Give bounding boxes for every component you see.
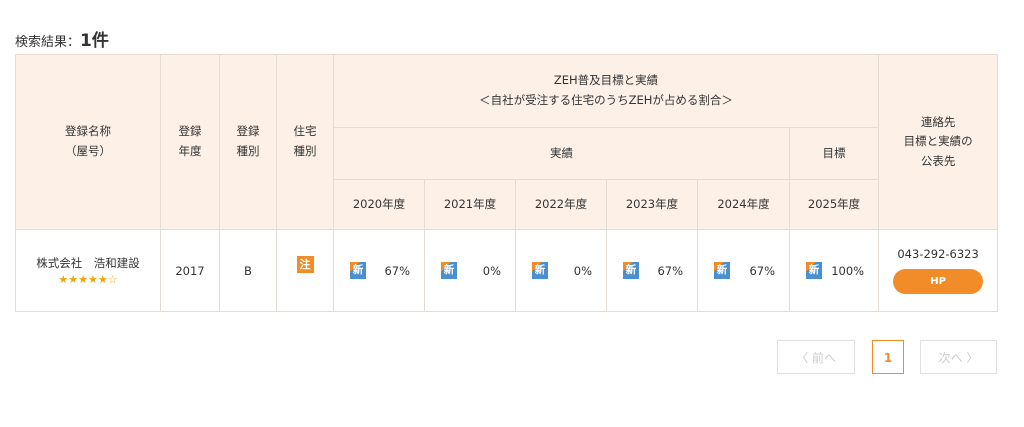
pagination: 〈 前へ 1 次へ 〉 <box>0 340 1024 376</box>
result-count: 1件 <box>80 31 109 51</box>
value-2023: 新 67% <box>606 229 698 312</box>
prev-page-button[interactable]: 〈 前へ <box>777 340 855 374</box>
header-type: 登録 種別 <box>219 54 277 230</box>
header-target: 目標 <box>788 127 880 180</box>
header-year-2024: 2024年度 <box>697 179 790 230</box>
value-2021: 新 0% <box>424 229 516 312</box>
value-2022: 新 0% <box>515 229 607 312</box>
percent-value: 0% <box>482 263 501 278</box>
star-rating: ★★★★★☆ <box>58 273 118 286</box>
header-year-2022: 2022年度 <box>515 179 607 230</box>
header-actual: 実績 <box>333 127 790 180</box>
new-badge-icon: 新 <box>350 262 366 279</box>
new-badge-icon: 新 <box>714 262 730 279</box>
header-name: 登録名称 （屋号） <box>15 54 161 230</box>
value-2024: 新 67% <box>697 229 790 312</box>
header-year-2025: 2025年度 <box>788 179 880 230</box>
result-label: 検索結果： <box>15 35 81 50</box>
header-house-type: 住宅 種別 <box>276 54 334 230</box>
table-row: 株式会社 浩和建設 ★★★★★☆ 2017 B 注 新 67% 新 0% 新 0% 新… <box>15 229 999 312</box>
new-badge-icon: 新 <box>441 262 457 279</box>
company-name: 株式会社 浩和建設 <box>36 256 140 270</box>
header-year-2020: 2020年度 <box>333 179 425 230</box>
percent-value: 0% <box>573 263 592 278</box>
value-2025: 新 100% <box>788 229 880 312</box>
registration-type: B <box>219 229 277 312</box>
new-badge-icon: 新 <box>806 262 822 279</box>
header-zeh-title: ZEH普及目標と実績 ＜自社が受注する住宅のうちZEHが占める割合＞ <box>332 54 880 128</box>
header-year: 登録 年度 <box>160 54 220 230</box>
next-page-button[interactable]: 次へ 〉 <box>920 340 997 374</box>
zeh-results-table: 登録名称 （屋号） 登録 年度 登録 種別 住宅 種別 ZEH普及目標と実績 ＜… <box>15 54 999 312</box>
search-result-summary: 検索結果：1件 <box>15 26 109 51</box>
new-badge-icon: 新 <box>532 262 548 279</box>
contact-cell: 043-292-6323 HP <box>878 229 999 312</box>
header-year-2021: 2021年度 <box>424 179 516 230</box>
percent-value: 67% <box>384 263 410 278</box>
value-2020: 新 67% <box>333 229 425 312</box>
page-number-current[interactable]: 1 <box>872 340 904 374</box>
phone-number: 043-292-6323 <box>897 247 979 261</box>
percent-value: 67% <box>657 263 683 278</box>
house-type-cell: 注 <box>276 229 334 312</box>
percent-value: 67% <box>749 263 775 278</box>
new-badge-icon: 新 <box>623 262 639 279</box>
company-cell: 株式会社 浩和建設 ★★★★★☆ <box>15 229 161 312</box>
registration-year: 2017 <box>160 229 220 312</box>
hp-button[interactable]: HP <box>893 269 984 294</box>
header-year-2023: 2023年度 <box>606 179 698 230</box>
order-house-badge: 注 <box>296 256 314 273</box>
percent-value: 100% <box>831 263 865 278</box>
header-contact: 連絡先 目標と実績の 公表先 <box>878 54 999 230</box>
